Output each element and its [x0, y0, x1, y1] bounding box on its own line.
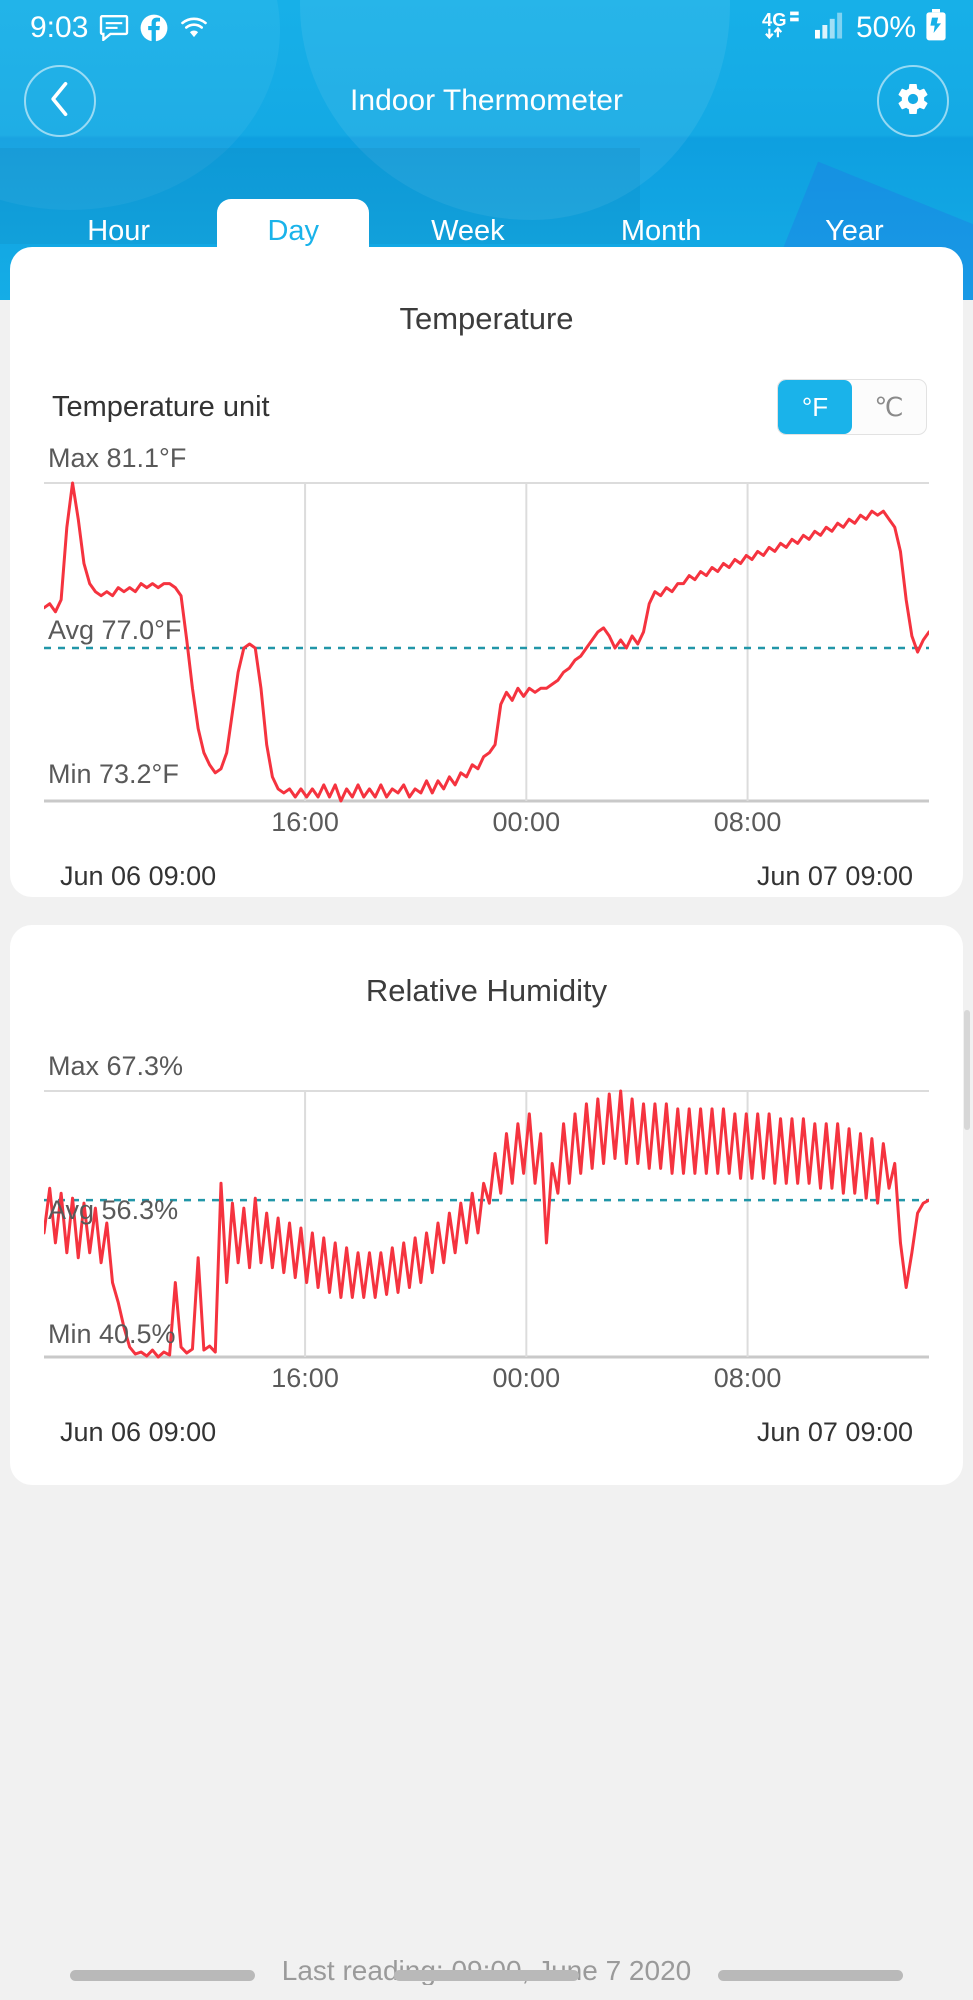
network-type-icon: 4G: [762, 9, 806, 46]
temperature-range-start: Jun 06 09:00: [60, 861, 217, 891]
wifi-icon: [179, 16, 209, 40]
x-tick-0000: 00:00: [492, 807, 561, 837]
status-bar-right: 4G 50%: [762, 9, 947, 46]
humidity-max-label: Max 67.3%: [48, 1051, 184, 1081]
temperature-range-row: Jun 06 09:00 Jun 07 09:00: [60, 861, 913, 892]
temperature-card: Temperature Temperature unit °F ℃ Max 81…: [10, 247, 963, 897]
unit-option-celsius[interactable]: ℃: [852, 380, 926, 434]
x-tick-0800: 08:00: [713, 1363, 782, 1393]
battery-charging-icon: [925, 9, 947, 46]
gesture-pill-back[interactable]: [718, 1969, 904, 1981]
status-bar-left: 9:03: [30, 11, 209, 45]
humidity-card: Relative Humidity Max 67.3% Avg 56.3% Mi…: [10, 925, 963, 1485]
battery-percent-label: 50%: [855, 10, 916, 44]
humidity-chart: Max 67.3% Avg 56.3% Min 40.5%: [44, 1051, 929, 1363]
humidity-range-row: Jun 06 09:00 Jun 07 09:00: [60, 1417, 913, 1448]
temperature-x-axis: 16:00 00:00 08:00: [44, 807, 929, 847]
signal-bars-icon: [814, 11, 847, 44]
temperature-unit-toggle[interactable]: °F ℃: [777, 379, 927, 435]
temperature-chart-svg: [44, 481, 929, 803]
gesture-navigation-bar: [0, 1968, 973, 1982]
facebook-icon: [140, 14, 168, 42]
temperature-unit-label: Temperature unit: [52, 390, 270, 423]
nav-bar: Indoor Thermometer: [0, 56, 973, 146]
gesture-pill-home[interactable]: [393, 1969, 579, 1981]
x-tick-1600: 16:00: [271, 1363, 339, 1393]
unit-option-fahrenheit[interactable]: °F: [778, 380, 852, 434]
x-tick-0800: 08:00: [713, 807, 782, 837]
page-title: Indoor Thermometer: [350, 84, 623, 117]
humidity-range-end: Jun 07 09:00: [756, 1417, 913, 1447]
x-tick-1600: 16:00: [271, 807, 339, 837]
humidity-chart-svg: [44, 1089, 929, 1359]
humidity-card-title: Relative Humidity: [365, 973, 608, 1008]
temperature-card-title: Temperature: [399, 301, 574, 336]
status-bar-clock: 9:03: [30, 10, 89, 44]
page-scrollbar[interactable]: [964, 1010, 970, 1130]
message-icon: [99, 14, 129, 41]
footer-area: [0, 1900, 973, 2000]
gesture-pill-recents[interactable]: [69, 1969, 255, 1981]
svg-text:4G: 4G: [762, 9, 786, 30]
humidity-range-start: Jun 06 09:00: [60, 1417, 217, 1447]
temperature-max-label: Max 81.1°F: [48, 443, 187, 473]
humidity-x-axis: 16:00 00:00 08:00: [44, 1363, 929, 1403]
app-root: 9:03 4G 50% Indoor Thermometer Hour Day …: [0, 0, 973, 2000]
temperature-unit-row: Temperature unit °F ℃: [10, 337, 963, 435]
status-bar: 9:03 4G 50%: [0, 0, 973, 55]
temperature-range-end: Jun 07 09:00: [756, 861, 913, 891]
x-tick-0000: 00:00: [492, 1363, 561, 1393]
temperature-chart: Max 81.1°F Avg 77.0°F Min 73.2°F: [44, 443, 929, 807]
